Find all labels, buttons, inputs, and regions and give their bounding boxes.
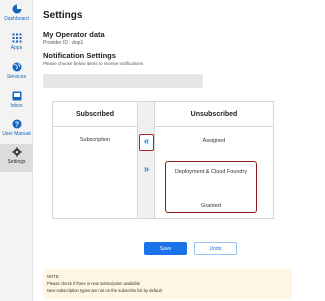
main-content: Settings My Operator data Provider ID : … <box>33 0 325 301</box>
sidebar-item-apps[interactable]: Apps <box>0 33 33 61</box>
unsubscribed-item[interactable]: Granted <box>166 203 256 209</box>
sidebar-item-services[interactable]: Services <box>0 62 33 90</box>
subscription-table: Subscribed Subscription « » Unsubscribed… <box>52 101 274 219</box>
note-line: New subscription types are not on the su… <box>47 288 162 293</box>
operator-data-heading: My Operator data <box>43 30 105 39</box>
move-to-unsubscribed-button[interactable]: » <box>139 162 154 177</box>
sidebar-item-label: User Manual <box>2 131 31 137</box>
sidebar-item-label: Apps <box>10 45 23 51</box>
save-button[interactable]: Save <box>144 242 187 255</box>
unsubscribed-header: Unsubscribed <box>155 102 273 127</box>
svg-text:?: ? <box>14 122 18 129</box>
sidebar-item-settings[interactable]: Settings <box>0 144 33 172</box>
sidebar-item-user-manual[interactable]: ? User Manual <box>0 119 33 147</box>
sidebar-item-label: Settings <box>7 159 26 165</box>
sidebar-item-label: Inbox <box>10 103 23 109</box>
inbox-icon <box>12 91 21 101</box>
note-title: NOTE: <box>47 274 60 279</box>
pie-chart-icon <box>12 4 21 14</box>
subscribed-column: Subscribed Subscription <box>53 102 137 218</box>
unsubscribed-column: Unsubscribed Assigned Deployment & Cloud… <box>155 102 273 218</box>
sidebar-item-dashboard[interactable]: Dashboard <box>0 4 33 32</box>
notification-settings-heading: Notification Settings <box>43 51 116 60</box>
subscribed-item[interactable]: Subscription <box>53 137 137 143</box>
subscribed-header: Subscribed <box>53 102 137 127</box>
notification-hint: Please choose below items to receive not… <box>43 61 144 66</box>
transfer-controls: « » <box>137 102 155 218</box>
selected-unsubscribed-items[interactable]: Deployment & Cloud Foundry Granted <box>165 161 257 213</box>
sidebar-item-label: Services <box>6 74 27 80</box>
provider-id: Provider ID : dop1 <box>43 40 84 46</box>
note-panel: NOTE: Please check if there is new subsc… <box>43 269 292 299</box>
move-to-subscribed-button[interactable]: « <box>139 134 154 151</box>
note-line: Please check if there is new subscriptio… <box>47 281 141 286</box>
page-title: Settings <box>43 10 83 21</box>
grid-icon <box>12 33 21 43</box>
unsubscribed-item[interactable]: Assigned <box>155 138 273 144</box>
filter-input[interactable] <box>43 74 203 88</box>
sidebar: Dashboard Apps Services Inbox ? User Man… <box>0 0 33 301</box>
globe-icon <box>12 62 21 72</box>
unsubscribed-item[interactable]: Deployment & Cloud Foundry <box>166 169 256 176</box>
sidebar-item-label: Dashboard <box>4 16 29 22</box>
help-icon: ? <box>12 119 21 129</box>
gear-icon <box>11 147 22 157</box>
undo-button[interactable]: Undo <box>194 242 237 255</box>
sidebar-item-inbox[interactable]: Inbox <box>0 91 33 119</box>
